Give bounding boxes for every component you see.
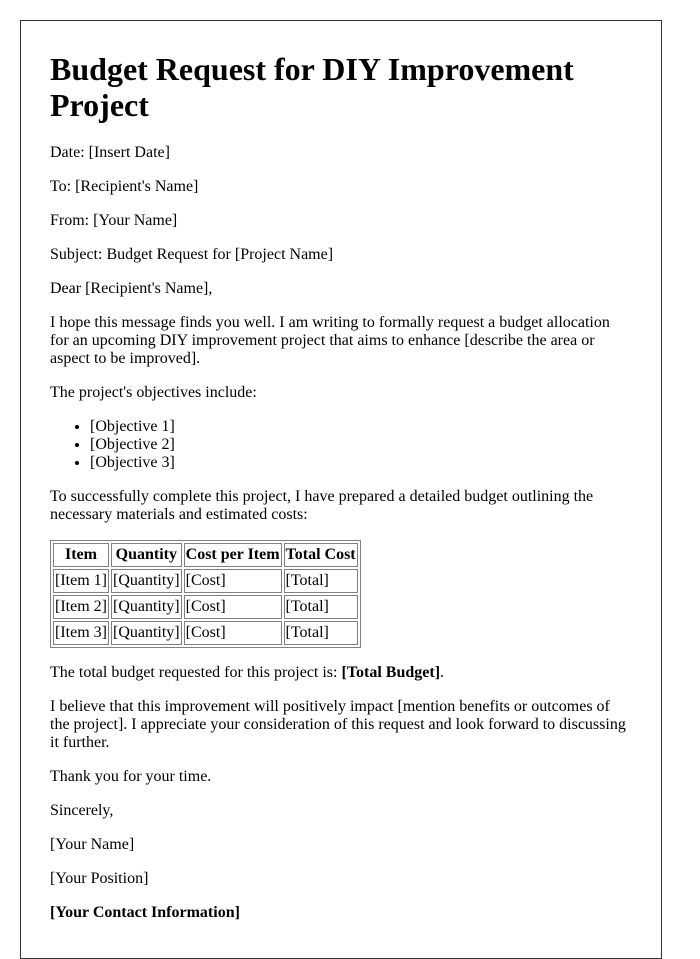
to-line: To: [Recipient's Name]	[50, 178, 199, 195]
signature-contact: [Your Contact Information]	[50, 904, 631, 922]
objective-item: [Objective 2]	[90, 436, 631, 454]
header-item: Item	[53, 543, 109, 567]
cell-quantity: [Quantity]	[110, 569, 182, 593]
cell-total: [Total]	[283, 595, 358, 619]
table-row: [Item 1] [Quantity] [Cost] [Total]	[53, 569, 358, 593]
cell-quantity: [Quantity]	[110, 595, 182, 619]
total-suffix: .	[440, 664, 445, 681]
cell-total: [Total]	[283, 569, 358, 593]
table-header-row: Item Quantity Cost per Item Total Cost	[53, 543, 358, 567]
contact-info: [Your Contact Information]	[50, 904, 240, 921]
table-row: [Item 2] [Quantity] [Cost] [Total]	[53, 595, 358, 619]
total-prefix: The total budget requested for this proj…	[50, 664, 342, 681]
budget-intro: To successfully complete this project, I…	[50, 488, 594, 523]
objectives-list: [Objective 1] [Objective 2] [Objective 3…	[50, 418, 631, 472]
cell-item: [Item 3]	[53, 621, 109, 645]
subject-line: Subject: Budget Request for [Project Nam…	[50, 246, 334, 263]
objectives-intro: The project's objectives include:	[50, 384, 257, 401]
cell-item: [Item 2]	[53, 595, 109, 619]
from-line: From: [Your Name]	[50, 212, 178, 229]
cell-cost: [Cost]	[183, 621, 282, 645]
page-title: Budget Request for DIY Improvement Proje…	[50, 51, 574, 123]
header-cost-per-item: Cost per Item	[183, 543, 282, 567]
total-budget-value: [Total Budget]	[341, 664, 441, 681]
intro-paragraph: I hope this message finds you well. I am…	[50, 314, 610, 367]
budget-table: Item Quantity Cost per Item Total Cost […	[50, 540, 361, 648]
signature-name: [Your Name]	[50, 836, 135, 853]
objective-item: [Objective 3]	[90, 454, 631, 472]
salutation: Dear [Recipient's Name],	[50, 280, 213, 297]
signoff: Sincerely,	[50, 802, 114, 819]
header-total-cost: Total Cost	[283, 543, 358, 567]
cell-item: [Item 1]	[53, 569, 109, 593]
cell-cost: [Cost]	[183, 595, 282, 619]
thanks-line: Thank you for your time.	[50, 768, 212, 785]
total-budget-line: The total budget requested for this proj…	[50, 664, 631, 682]
letter-page: Budget Request for DIY Improvement Proje…	[20, 20, 662, 959]
cell-quantity: [Quantity]	[110, 621, 182, 645]
cell-cost: [Cost]	[183, 569, 282, 593]
table-row: [Item 3] [Quantity] [Cost] [Total]	[53, 621, 358, 645]
closing-paragraph: I believe that this improvement will pos…	[50, 698, 626, 751]
objective-item: [Objective 1]	[90, 418, 631, 436]
header-quantity: Quantity	[110, 543, 182, 567]
signature-position: [Your Position]	[50, 870, 149, 887]
cell-total: [Total]	[283, 621, 358, 645]
date-line: Date: [Insert Date]	[50, 144, 170, 161]
